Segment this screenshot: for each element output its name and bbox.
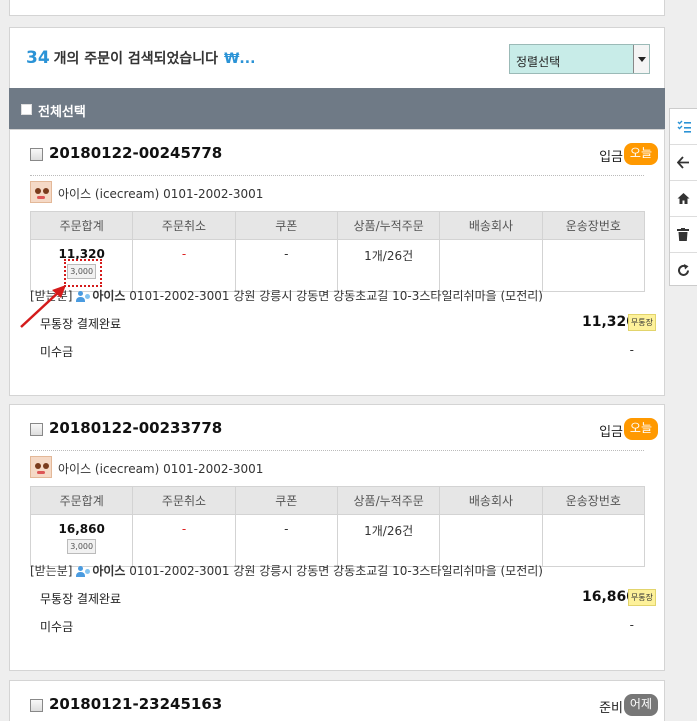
recipient-info: [받는분] 아이스 0101-2002-3001 강원 강릉시 강동면 강동초교… [30, 287, 543, 304]
table-row: 11,320 3,000 - - 1개/26건 [29, 239, 646, 292]
avatar [30, 181, 52, 203]
order-checkbox[interactable] [30, 423, 43, 436]
table-row: 16,860 3,000 - - 1개/26건 [29, 514, 646, 567]
arrow-left-icon [677, 156, 689, 169]
buyer-text: 아이스 (icecream) 0101-2002-3001 [58, 187, 264, 201]
order-status: 입금 [599, 150, 623, 165]
products-cell: 1개/26건 [336, 239, 441, 292]
floating-sidebar [669, 108, 697, 286]
result-label: 개의 주문이 검색되었습니다 [53, 51, 218, 67]
payment-method-badge: 무통장 [627, 314, 656, 331]
buyer-text: 아이스 (icecream) 0101-2002-3001 [58, 462, 264, 476]
select-all-checkbox[interactable] [21, 104, 32, 115]
refresh-button[interactable] [670, 253, 697, 289]
recipient-label: [받는분] [30, 564, 73, 578]
order-list-page: { "search_summary": { "count": "34", "te… [0, 0, 697, 721]
order-total: 16,860 [58, 522, 105, 536]
cancel-cell: - [132, 239, 236, 292]
result-won: ₩... [223, 51, 256, 67]
column-header: 배송회사 [439, 211, 543, 240]
search-result-text: 34 개의 주문이 검색되었습니다 ₩... [26, 48, 255, 68]
status-badge: 오늘 [623, 418, 658, 440]
back-button[interactable] [670, 145, 697, 181]
divider [30, 450, 644, 451]
recipient-info: [받는분] 아이스 0101-2002-3001 강원 강릉시 강동면 강동초교… [30, 562, 543, 579]
cancel-cell: - [132, 514, 236, 567]
order-checkbox[interactable] [30, 148, 43, 161]
sort-select-label: 정렬선택 [516, 55, 561, 69]
order-total-cell: 16,860 3,000 [29, 514, 134, 567]
order-status: 입금 [599, 425, 623, 440]
column-header: 쿠폰 [234, 211, 338, 240]
shipping-fee: 3,000 [67, 539, 97, 554]
delete-button[interactable] [670, 217, 697, 253]
status-badge: 어제 [623, 694, 658, 716]
order-number[interactable]: 20180122-00245778 [49, 144, 222, 162]
order-card: 20180122-00245778 입금 오늘 아이스 (icecream) 0… [9, 129, 665, 396]
column-header: 주문취소 [132, 211, 236, 240]
recipient-address: 0101-2002-3001 강원 강릉시 강동면 강동초교길 10-3스타일리… [129, 289, 543, 303]
search-result-header: 34 개의 주문이 검색되었습니다 ₩... 정렬선택 [9, 27, 665, 88]
result-count: 34 [26, 48, 50, 68]
column-header: 운송장번호 [541, 211, 646, 240]
payment-label: 무통장 결제완료 [40, 592, 122, 606]
order-number[interactable]: 20180122-00233778 [49, 419, 222, 437]
column-header: 주문합계 [29, 486, 134, 515]
previous-card [9, 0, 665, 16]
order-number[interactable]: 20180121-23245163 [49, 695, 222, 713]
payment-method-badge: 무통장 [627, 589, 656, 606]
person-icon [76, 566, 91, 577]
column-header: 주문합계 [29, 211, 134, 240]
table-header-row: 주문합계 주문취소 쿠폰 상품/누적주문 배송회사 운송장번호 [29, 211, 646, 240]
products-cell: 1개/26건 [336, 514, 441, 567]
list-check-button[interactable] [670, 109, 697, 145]
refresh-icon [678, 264, 689, 276]
home-button[interactable] [670, 181, 697, 217]
unpaid-value: - [629, 618, 634, 632]
order-status: 준비 [599, 701, 623, 716]
order-table: 주문합계 주문취소 쿠폰 상품/누적주문 배송회사 운송장번호 11,320 3… [29, 211, 646, 292]
home-icon [677, 193, 690, 204]
courier-cell [439, 514, 543, 567]
order-header: 20180121-23245163 준비 어제 [30, 694, 658, 716]
tracking-cell [541, 514, 646, 567]
table-header-row: 주문합계 주문취소 쿠폰 상품/누적주문 배송회사 운송장번호 [29, 486, 646, 515]
list-check-icon [677, 120, 691, 133]
column-header: 주문취소 [132, 486, 236, 515]
unpaid-label: 미수금 [40, 345, 74, 359]
unpaid-label: 미수금 [40, 620, 74, 634]
recipient-name: 아이스 [92, 564, 126, 578]
annotation-arrow-icon [20, 285, 66, 328]
recipient-address: 0101-2002-3001 강원 강릉시 강동면 강동초교길 10-3스타일리… [129, 564, 543, 578]
column-header: 상품/누적주문 [336, 486, 441, 515]
order-header: 20180122-00233778 입금 오늘 [30, 418, 658, 440]
order-table: 주문합계 주문취소 쿠폰 상품/누적주문 배송회사 운송장번호 16,860 3… [29, 486, 646, 567]
order-card: 20180121-23245163 준비 어제 [9, 680, 665, 721]
order-header: 20180122-00245778 입금 오늘 [30, 143, 658, 165]
sort-select[interactable]: 정렬선택 [509, 44, 650, 74]
avatar [30, 456, 52, 478]
select-all-label: 전체선택 [38, 105, 86, 120]
coupon-cell: - [234, 239, 338, 292]
order-card: 20180122-00233778 입금 오늘 아이스 (icecream) 0… [9, 404, 665, 671]
column-header: 운송장번호 [541, 486, 646, 515]
unpaid-value: - [629, 343, 634, 357]
trash-icon [677, 228, 689, 241]
coupon-cell: - [234, 514, 338, 567]
column-header: 쿠폰 [234, 486, 338, 515]
divider [30, 175, 644, 176]
select-all-bar: 전체선택 [9, 88, 665, 129]
recipient-name: 아이스 [92, 289, 126, 303]
person-icon [76, 291, 91, 302]
column-header: 배송회사 [439, 486, 543, 515]
status-badge: 오늘 [623, 143, 658, 165]
tracking-cell [541, 239, 646, 292]
chevron-down-icon[interactable] [633, 45, 649, 73]
courier-cell [439, 239, 543, 292]
column-header: 상품/누적주문 [336, 211, 441, 240]
order-checkbox[interactable] [30, 699, 43, 712]
